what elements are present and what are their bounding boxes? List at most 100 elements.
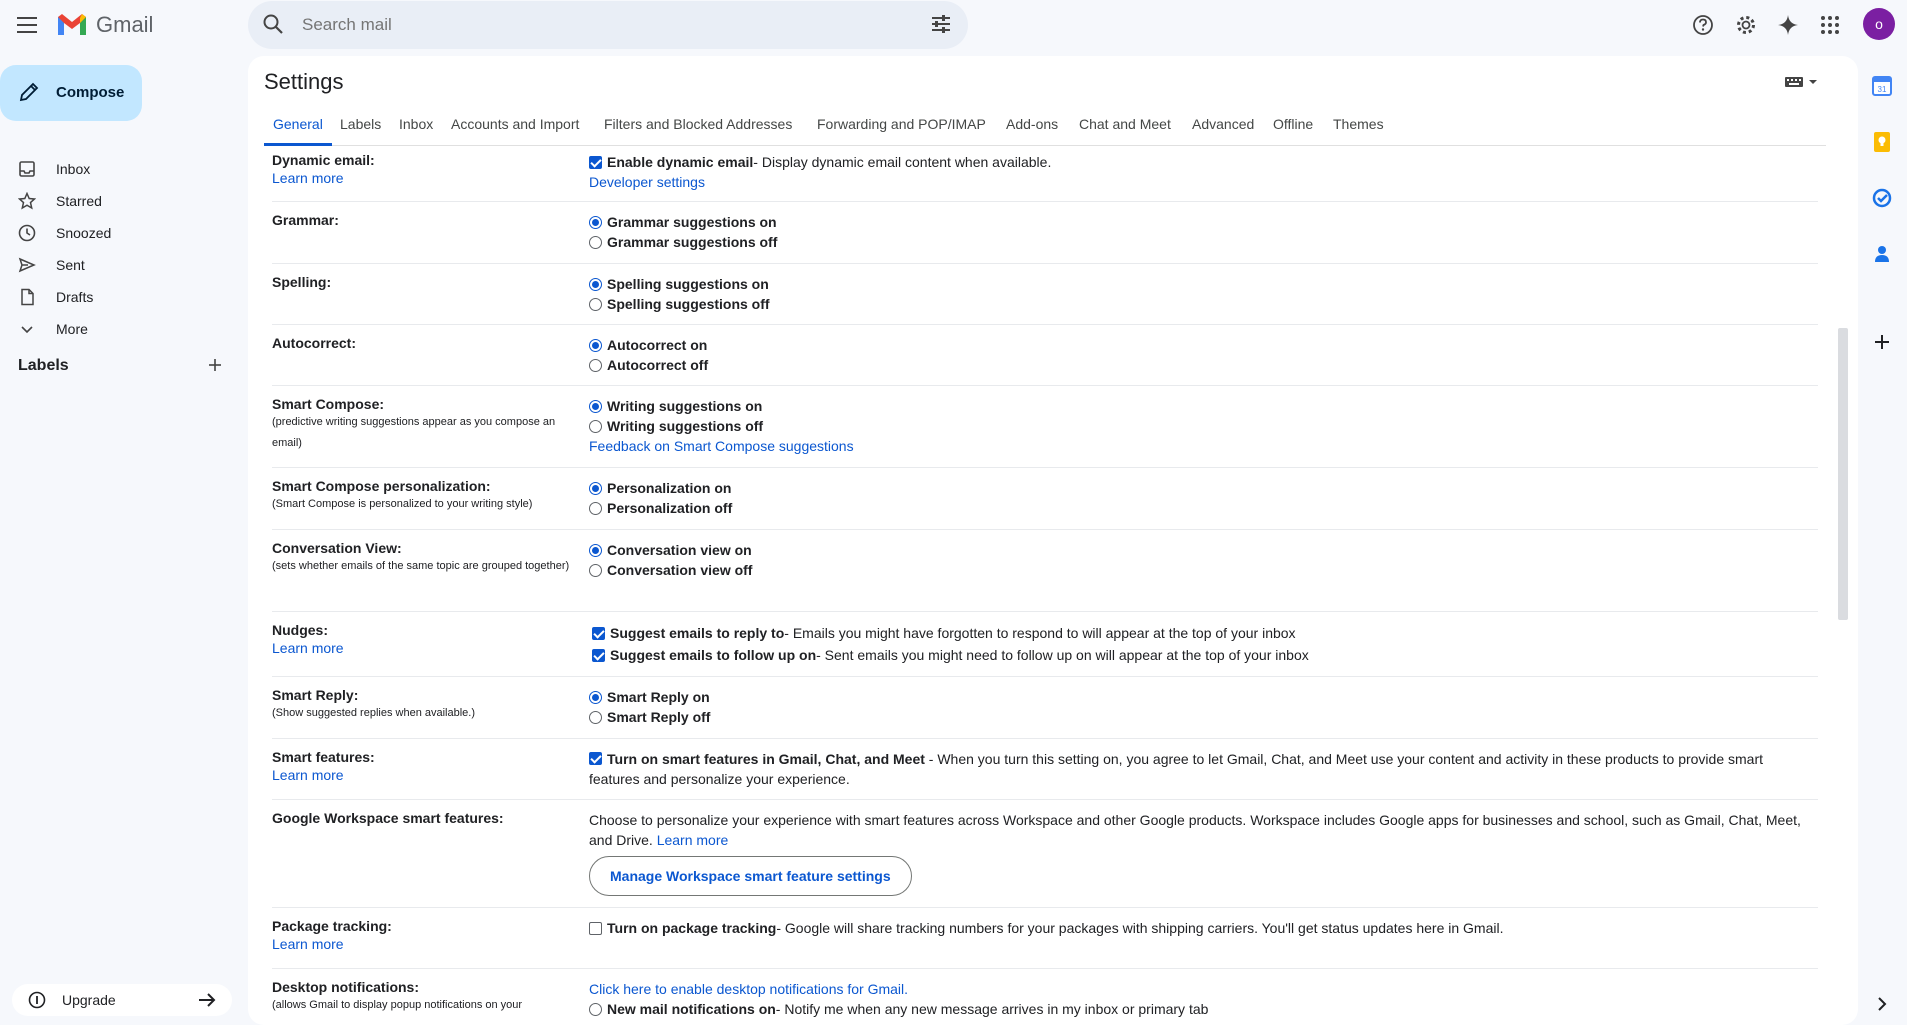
gear-icon[interactable] [1733, 12, 1759, 38]
smart-reply-on-radio[interactable] [589, 690, 602, 704]
package-tracking-checkbox[interactable] [589, 921, 602, 935]
tab-themes[interactable]: Themes [1333, 116, 1384, 132]
gmail-logo[interactable]: Gmail [56, 12, 153, 38]
add-label-icon[interactable] [204, 354, 226, 376]
sidebar-item-starred[interactable]: Starred [0, 185, 240, 217]
tab-filters[interactable]: Filters and Blocked Addresses [604, 116, 792, 132]
settings-tabs: General Labels Inbox Accounts and Import… [264, 106, 1826, 146]
smart-features-checkbox[interactable] [589, 752, 602, 765]
spelling-on-radio[interactable] [589, 277, 602, 291]
calendar-icon[interactable]: 31 [1870, 74, 1894, 98]
option-label: New mail notifications on [607, 1001, 776, 1017]
compose-button[interactable]: Compose [0, 65, 142, 121]
setting-label: Smart Compose personalization: [272, 478, 491, 494]
option-description: - Notify me when any new message arrives… [775, 1001, 1209, 1017]
nudges-follow-up-checkbox[interactable] [592, 648, 605, 662]
smart-reply-off-radio[interactable] [589, 710, 602, 724]
grammar-off-radio[interactable] [589, 235, 602, 249]
developer-settings-link[interactable]: Developer settings [589, 172, 1809, 192]
learn-more-link[interactable]: Learn more [272, 767, 582, 783]
search-icon[interactable] [262, 13, 284, 40]
smart-compose-feedback-link[interactable]: Feedback on Smart Compose suggestions [589, 436, 1809, 456]
sidebar-item-drafts[interactable]: Drafts [0, 281, 240, 313]
add-addon-icon[interactable] [1870, 330, 1894, 354]
scrollbar-thumb[interactable] [1838, 328, 1848, 620]
svg-text:31: 31 [1878, 85, 1887, 94]
setting-row-autocorrect: Autocorrect: Autocorrect on Autocorrect … [272, 325, 1818, 386]
setting-row-workspace-smart-features: Google Workspace smart features: Choose … [272, 800, 1818, 908]
setting-label: Nudges: [272, 622, 328, 638]
option-label: Personalization on [607, 480, 732, 496]
upgrade-info-icon [28, 991, 46, 1014]
option-label: Turn on smart features in Gmail, Chat, a… [607, 751, 925, 767]
contacts-icon[interactable] [1870, 242, 1894, 266]
tab-advanced[interactable]: Advanced [1192, 116, 1254, 132]
option-description: - Google will share tracking numbers for… [776, 920, 1504, 936]
tab-accounts-import[interactable]: Accounts and Import [451, 116, 579, 132]
setting-row-grammar: Grammar: Grammar suggestions on Grammar … [272, 202, 1818, 264]
nudges-reply-checkbox[interactable] [592, 626, 605, 640]
sidebar-item-more[interactable]: More [0, 313, 240, 345]
tab-addons[interactable]: Add-ons [1006, 116, 1058, 132]
learn-more-link[interactable]: Learn more [272, 640, 582, 656]
tab-forwarding[interactable]: Forwarding and POP/IMAP [817, 116, 986, 132]
sidebar-item-label: Inbox [56, 161, 91, 177]
conversation-view-on-radio[interactable] [589, 543, 602, 557]
chevron-right-icon[interactable] [1870, 992, 1894, 1016]
search-input[interactable] [302, 13, 862, 37]
tab-offline[interactable]: Offline [1273, 116, 1313, 132]
search-options-icon[interactable] [930, 13, 952, 40]
grammar-on-radio[interactable] [589, 215, 602, 229]
learn-more-link[interactable]: Learn more [657, 832, 729, 848]
conversation-view-off-radio[interactable] [589, 563, 602, 577]
gmail-m-icon [58, 14, 86, 35]
setting-sublabel: (allows Gmail to display popup notificat… [272, 999, 523, 1011]
personalization-off-radio[interactable] [589, 501, 602, 515]
setting-label: Smart Compose: [272, 396, 385, 412]
keep-icon[interactable] [1870, 130, 1894, 154]
setting-row-desktop-notifications: Desktop notifications: (allows Gmail to d… [272, 969, 1818, 1025]
option-label: Personalization off [607, 500, 733, 516]
option-label: Conversation view off [607, 562, 753, 578]
autocorrect-on-radio[interactable] [589, 338, 602, 352]
tab-inbox[interactable]: Inbox [399, 116, 433, 132]
option-label: Suggest emails to reply to [610, 625, 785, 641]
spelling-off-radio[interactable] [589, 297, 602, 311]
dynamic-email-checkbox[interactable] [589, 155, 602, 169]
tasks-icon[interactable] [1870, 186, 1894, 210]
manage-workspace-settings-button[interactable]: Manage Workspace smart feature settings [589, 856, 912, 896]
setting-row-smart-compose: Smart Compose: (predictive writing sugges… [272, 386, 1818, 468]
learn-more-link[interactable]: Learn more [272, 936, 582, 952]
search-bar[interactable] [248, 1, 968, 49]
option-label: Writing suggestions on [607, 398, 763, 414]
sidebar-item-sent[interactable]: Sent [0, 249, 240, 281]
learn-more-link[interactable]: Learn more [272, 170, 582, 186]
tab-chat-meet[interactable]: Chat and Meet [1079, 116, 1171, 132]
option-description: - Display dynamic email content when ava… [753, 154, 1052, 170]
tab-general[interactable]: General [273, 116, 323, 132]
sidebar-item-label: Snoozed [56, 225, 112, 241]
sidebar-item-snoozed[interactable]: Snoozed [0, 217, 240, 249]
tab-labels[interactable]: Labels [340, 116, 381, 132]
main-menu-icon[interactable] [14, 12, 40, 38]
sidebar-item-label: More [56, 321, 88, 337]
writing-suggestions-on-radio[interactable] [589, 399, 602, 413]
option-label: Conversation view on [607, 542, 752, 558]
sidebar-item-inbox[interactable]: Inbox [0, 153, 240, 185]
new-mail-notifications-radio[interactable] [589, 1002, 602, 1016]
personalization-on-radio[interactable] [589, 481, 602, 495]
input-tools-icon[interactable] [1784, 74, 1820, 95]
writing-suggestions-off-radio[interactable] [589, 419, 602, 433]
account-avatar[interactable]: o [1863, 8, 1895, 40]
arrow-right-icon [197, 991, 217, 1014]
apps-grid-icon[interactable] [1817, 12, 1843, 38]
help-icon[interactable] [1690, 12, 1716, 38]
gemini-sparkle-icon[interactable] [1775, 12, 1801, 38]
setting-label: Smart features: [272, 749, 375, 765]
upgrade-button[interactable]: Upgrade [12, 984, 232, 1016]
sidebar-item-label: Sent [56, 257, 85, 273]
option-label: Suggest emails to follow up on [610, 647, 817, 663]
enable-desktop-notifications-link[interactable]: Click here to enable desktop notificatio… [589, 979, 1809, 999]
side-panel: 31 [1858, 50, 1907, 1025]
autocorrect-off-radio[interactable] [589, 358, 602, 372]
